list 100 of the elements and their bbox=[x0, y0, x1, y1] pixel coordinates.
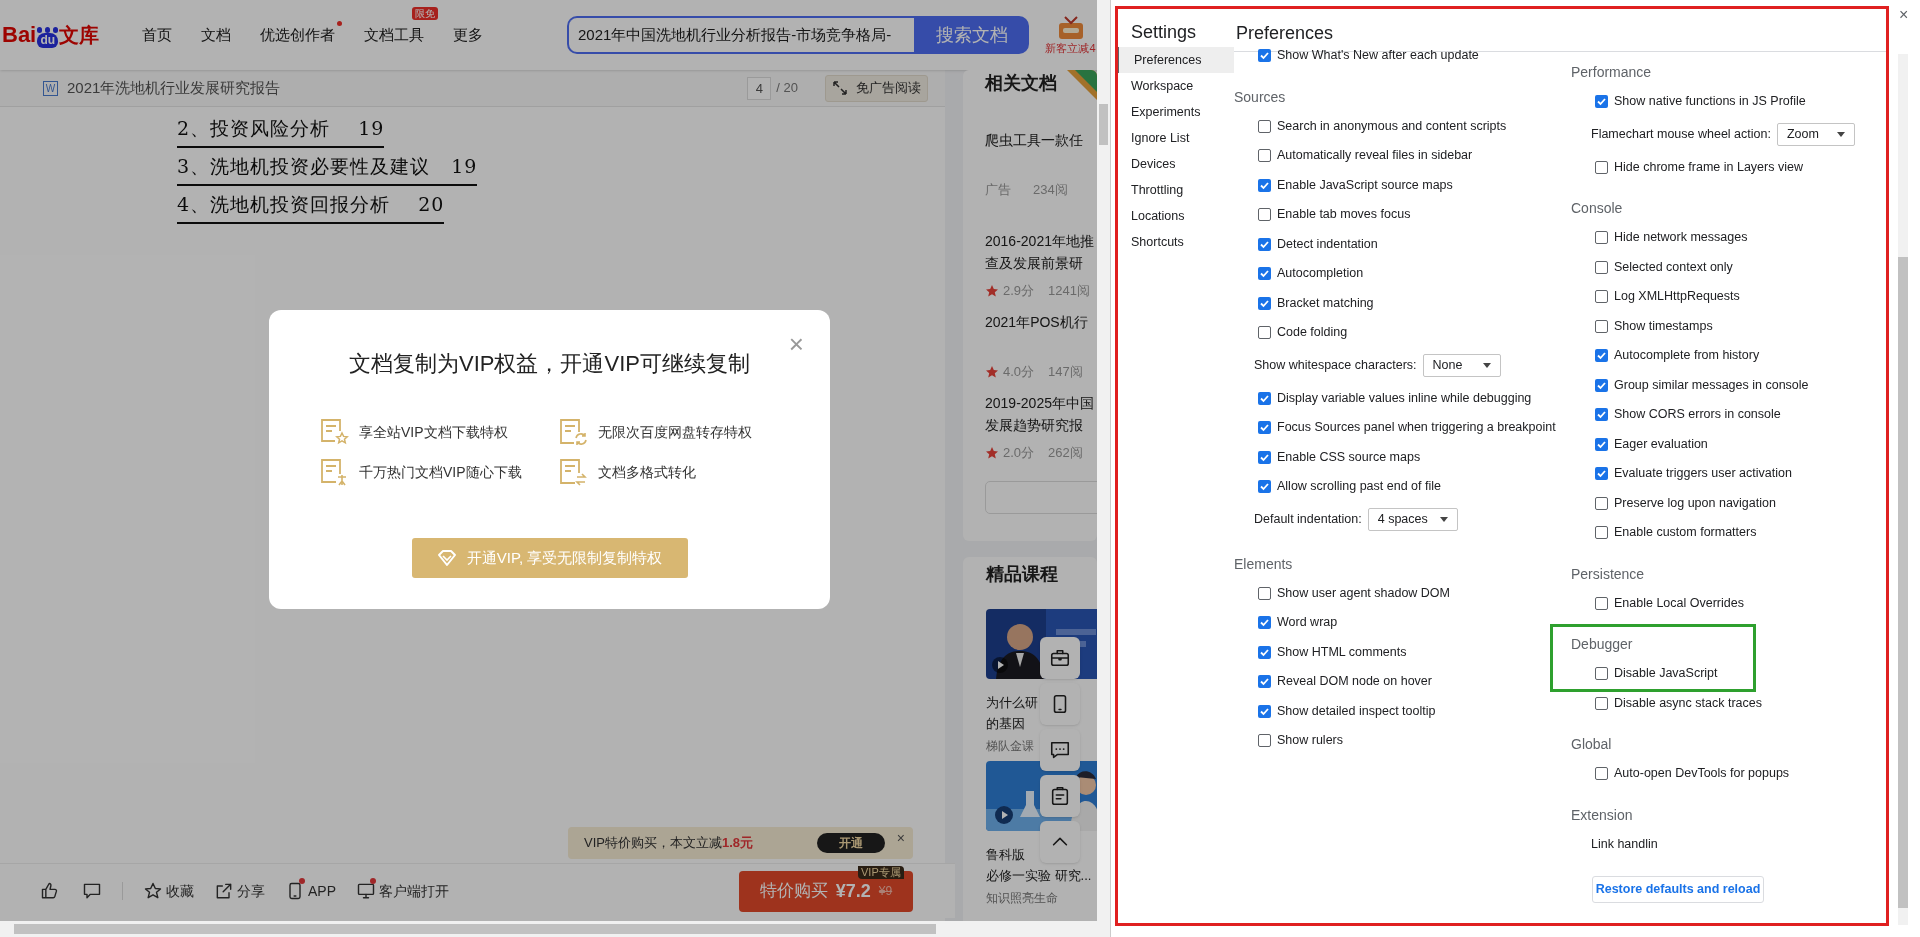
share-button[interactable]: 分享 bbox=[214, 880, 265, 902]
checkbox[interactable] bbox=[1595, 526, 1608, 540]
nav-link[interactable]: 更多 bbox=[453, 26, 483, 43]
nav-link[interactable]: 文档工具 bbox=[364, 26, 424, 43]
checkbox[interactable] bbox=[1595, 767, 1608, 781]
read-count: 262阅 bbox=[1048, 444, 1083, 463]
sidebar-item[interactable]: Experiments bbox=[1116, 99, 1234, 125]
caret-icon bbox=[1482, 363, 1491, 368]
sidebar-item[interactable]: Ignore List bbox=[1116, 125, 1234, 151]
close-button[interactable]: × bbox=[1899, 7, 1909, 23]
ad-free-button[interactable]: 免广告阅读 bbox=[825, 74, 928, 102]
course-title[interactable]: 的基因 bbox=[986, 713, 1025, 734]
checkbox[interactable] bbox=[1595, 596, 1608, 610]
checkbox[interactable] bbox=[1595, 290, 1608, 304]
section-heading: Debugger bbox=[1571, 635, 1634, 654]
checkbox[interactable] bbox=[1595, 496, 1608, 510]
dialog-title: 文档复制为VIP权益，开通VIP可继续复制 bbox=[348, 350, 751, 378]
dropdown[interactable]: Zoom bbox=[1776, 123, 1855, 146]
phone-button[interactable]: APP bbox=[285, 880, 336, 902]
sidebar-item[interactable]: Throttling bbox=[1116, 177, 1234, 203]
document-link[interactable]: 2021年POS机行 bbox=[985, 311, 1097, 333]
sidebar-item[interactable]: Devices bbox=[1116, 151, 1234, 177]
like-button[interactable] bbox=[40, 881, 60, 901]
checkbox[interactable] bbox=[1258, 326, 1271, 340]
tool-button[interactable] bbox=[1040, 729, 1080, 771]
checkbox[interactable] bbox=[1258, 704, 1271, 718]
contents-entry[interactable]: 2、投资风险分析 19 bbox=[177, 110, 385, 148]
checkbox[interactable] bbox=[1258, 450, 1271, 464]
checkbox[interactable] bbox=[1258, 208, 1271, 222]
contents-entry[interactable]: 3、洗地机投资必要性及建议 19 bbox=[177, 148, 478, 186]
sidebar-item[interactable]: Preferences bbox=[1116, 47, 1234, 73]
dropdown[interactable]: None bbox=[1422, 354, 1501, 377]
sidebar-item[interactable]: Locations bbox=[1116, 203, 1234, 229]
document-link[interactable]: 查及发展前景研 bbox=[985, 252, 1097, 274]
checkbox[interactable] bbox=[1258, 149, 1271, 163]
nav-link[interactable]: 文档 bbox=[201, 26, 231, 43]
setting-label: Log XMLHttpRequests bbox=[1614, 288, 1740, 306]
nav-link[interactable]: 优选创作者 bbox=[260, 26, 335, 43]
benefit-text: 无限次百度网盘转存特权 bbox=[598, 422, 752, 442]
setting-label: Show native functions in JS Profile bbox=[1614, 93, 1806, 111]
close-button[interactable]: × bbox=[896, 831, 905, 845]
sidebar-item[interactable]: Workspace bbox=[1116, 73, 1234, 99]
search-field[interactable]: 2021年中国洗地机行业分析报告-市场竞争格局- bbox=[567, 16, 914, 54]
checkbox[interactable] bbox=[1258, 178, 1271, 192]
checkbox[interactable] bbox=[1595, 160, 1608, 174]
restore-defaults-button[interactable]: Restore defaults and reload bbox=[1592, 876, 1764, 903]
page-number-field[interactable]: 4 bbox=[747, 76, 772, 100]
checkbox[interactable] bbox=[1595, 231, 1608, 245]
checkbox[interactable] bbox=[1258, 734, 1271, 748]
checkbox[interactable] bbox=[1258, 391, 1271, 405]
comment-button[interactable] bbox=[82, 881, 102, 901]
checkbox[interactable] bbox=[1595, 467, 1608, 481]
tool-button[interactable] bbox=[1040, 683, 1080, 725]
setting-label: Autocomplete from history bbox=[1614, 347, 1760, 365]
checkbox[interactable] bbox=[1595, 437, 1608, 451]
tool-button[interactable] bbox=[1040, 637, 1080, 679]
document-link[interactable]: 爬虫工具一款任 bbox=[985, 129, 1097, 151]
section-heading: Sources bbox=[1234, 87, 1287, 107]
search-button[interactable]: 搜索文档 bbox=[914, 16, 1029, 54]
nav-link[interactable]: 首页 bbox=[142, 26, 172, 43]
setting-label: Disable async stack traces bbox=[1614, 694, 1762, 712]
checkbox[interactable] bbox=[1258, 645, 1271, 659]
checkbox[interactable] bbox=[1595, 260, 1608, 274]
briefcase-icon bbox=[1049, 647, 1071, 669]
setting-label: Show What's New after each update bbox=[1277, 47, 1479, 65]
expand-icon bbox=[832, 80, 848, 96]
checkbox[interactable] bbox=[1258, 421, 1271, 435]
checkbox[interactable] bbox=[1595, 319, 1608, 333]
checkbox[interactable] bbox=[1258, 675, 1271, 689]
promo-text: VIP特价购买，本文立减 bbox=[584, 834, 722, 853]
section-heading: Extension bbox=[1571, 805, 1634, 825]
checkbox[interactable] bbox=[1595, 378, 1608, 392]
checkbox[interactable] bbox=[1258, 237, 1271, 251]
monitor-button[interactable]: 客户端打开 bbox=[356, 880, 449, 902]
checkbox[interactable] bbox=[1258, 586, 1271, 600]
checkbox[interactable] bbox=[1258, 480, 1271, 494]
checkbox[interactable] bbox=[1595, 667, 1608, 681]
checkbox[interactable] bbox=[1595, 696, 1608, 710]
tool-button[interactable] bbox=[1040, 775, 1080, 817]
course-title[interactable]: 必修一实验 研究... bbox=[986, 865, 1092, 886]
document-link[interactable]: 2016-2021年地推 bbox=[985, 230, 1097, 252]
checkbox[interactable] bbox=[1258, 267, 1271, 281]
checkbox[interactable] bbox=[1595, 349, 1608, 363]
open-vip-button[interactable]: 开通 bbox=[816, 833, 885, 853]
section-title: 相关文档 bbox=[985, 72, 1057, 95]
contents-entry[interactable]: 4、洗地机投资回报分析 20 bbox=[177, 186, 445, 224]
checkbox[interactable] bbox=[1258, 119, 1271, 133]
course-title[interactable]: 为什么研 bbox=[986, 692, 1038, 713]
course-title[interactable]: 鲁科版 bbox=[986, 844, 1025, 865]
checkbox[interactable] bbox=[1258, 296, 1271, 310]
document-link[interactable]: 发展趋势研究报 bbox=[985, 414, 1097, 436]
checkbox[interactable] bbox=[1258, 616, 1271, 630]
sidebar-item[interactable]: Shortcuts bbox=[1116, 229, 1234, 255]
dropdown[interactable]: 4 spaces bbox=[1367, 508, 1458, 531]
document-link[interactable]: 2019-2025年中国 bbox=[985, 392, 1097, 414]
checkbox[interactable] bbox=[1258, 49, 1271, 63]
file-type-icon: W bbox=[43, 80, 58, 96]
checkbox[interactable] bbox=[1595, 95, 1608, 109]
star-button[interactable]: 收藏 bbox=[143, 880, 194, 902]
checkbox[interactable] bbox=[1595, 408, 1608, 422]
